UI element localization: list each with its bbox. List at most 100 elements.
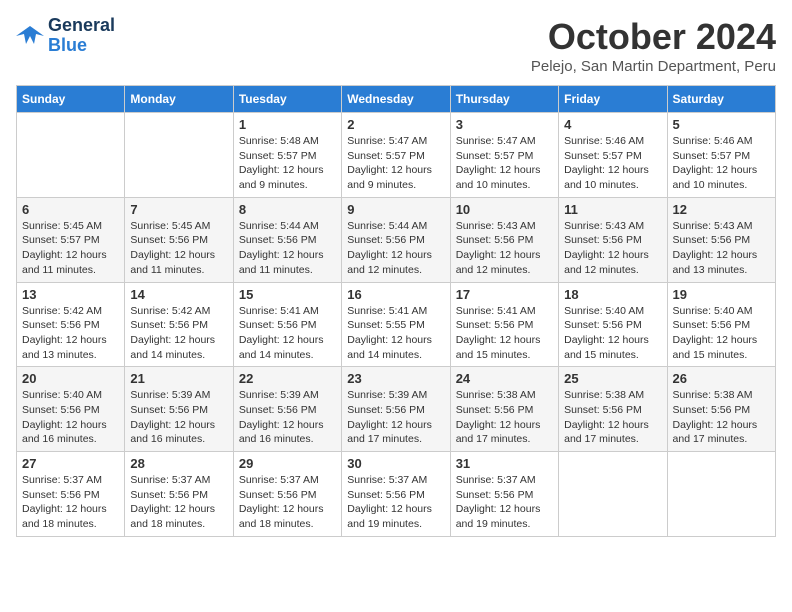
weekday-header-monday: Monday	[125, 86, 233, 113]
day-cell	[125, 113, 233, 198]
day-info: Sunrise: 5:38 AMSunset: 5:56 PMDaylight:…	[456, 388, 553, 447]
day-cell: 19Sunrise: 5:40 AMSunset: 5:56 PMDayligh…	[667, 282, 775, 367]
day-number: 20	[22, 371, 119, 386]
weekday-header-sunday: Sunday	[17, 86, 125, 113]
day-number: 12	[673, 202, 770, 217]
day-info: Sunrise: 5:37 AMSunset: 5:56 PMDaylight:…	[130, 473, 227, 532]
weekday-header-thursday: Thursday	[450, 86, 558, 113]
logo: General Blue	[16, 16, 115, 56]
day-number: 7	[130, 202, 227, 217]
day-info: Sunrise: 5:45 AMSunset: 5:57 PMDaylight:…	[22, 219, 119, 278]
day-number: 15	[239, 287, 336, 302]
day-number: 6	[22, 202, 119, 217]
day-info: Sunrise: 5:41 AMSunset: 5:55 PMDaylight:…	[347, 304, 444, 363]
day-number: 11	[564, 202, 661, 217]
weekday-header-wednesday: Wednesday	[342, 86, 450, 113]
day-info: Sunrise: 5:42 AMSunset: 5:56 PMDaylight:…	[22, 304, 119, 363]
day-info: Sunrise: 5:37 AMSunset: 5:56 PMDaylight:…	[239, 473, 336, 532]
day-cell	[667, 452, 775, 537]
day-info: Sunrise: 5:37 AMSunset: 5:56 PMDaylight:…	[22, 473, 119, 532]
day-info: Sunrise: 5:44 AMSunset: 5:56 PMDaylight:…	[239, 219, 336, 278]
title-block: October 2024 Pelejo, San Martin Departme…	[531, 16, 776, 75]
day-number: 18	[564, 287, 661, 302]
day-info: Sunrise: 5:41 AMSunset: 5:56 PMDaylight:…	[239, 304, 336, 363]
day-cell: 24 Sunrise: 5:38 AMSunset: 5:56 PMDayligh…	[450, 367, 558, 452]
day-info: Sunrise: 5:46 AMSunset: 5:57 PMDaylight:…	[673, 134, 770, 193]
day-cell: 13 Sunrise: 5:42 AMSunset: 5:56 PMDayligh…	[17, 282, 125, 367]
day-cell: 8 Sunrise: 5:44 AMSunset: 5:56 PMDaylight…	[233, 197, 341, 282]
location-subtitle: Pelejo, San Martin Department, Peru	[531, 58, 776, 75]
day-number: 5	[673, 117, 770, 132]
day-cell: 11 Sunrise: 5:43 AMSunset: 5:56 PMDayligh…	[559, 197, 667, 282]
day-cell: 29 Sunrise: 5:37 AMSunset: 5:56 PMDayligh…	[233, 452, 341, 537]
day-number: 14	[130, 287, 227, 302]
day-info: Sunrise: 5:46 AMSunset: 5:57 PMDaylight:…	[564, 134, 661, 193]
calendar-table: SundayMondayTuesdayWednesdayThursdayFrid…	[16, 85, 776, 537]
day-info: Sunrise: 5:43 AMSunset: 5:56 PMDaylight:…	[456, 219, 553, 278]
day-info: Sunrise: 5:45 AMSunset: 5:56 PMDaylight:…	[130, 219, 227, 278]
day-cell: 30Sunrise: 5:37 AMSunset: 5:56 PMDayligh…	[342, 452, 450, 537]
day-cell: 2Sunrise: 5:47 AMSunset: 5:57 PMDaylight…	[342, 113, 450, 198]
day-info: Sunrise: 5:38 AMSunset: 5:56 PMDaylight:…	[564, 388, 661, 447]
day-cell: 26Sunrise: 5:38 AMSunset: 5:56 PMDayligh…	[667, 367, 775, 452]
day-cell: 16 Sunrise: 5:41 AMSunset: 5:55 PMDayligh…	[342, 282, 450, 367]
day-cell: 23 Sunrise: 5:39 AMSunset: 5:56 PMDayligh…	[342, 367, 450, 452]
day-info: Sunrise: 5:43 AMSunset: 5:56 PMDaylight:…	[564, 219, 661, 278]
page-header: General Blue October 2024 Pelejo, San Ma…	[16, 16, 776, 75]
day-cell: 9 Sunrise: 5:44 AMSunset: 5:56 PMDaylight…	[342, 197, 450, 282]
week-row-2: 6 Sunrise: 5:45 AMSunset: 5:57 PMDaylight…	[17, 197, 776, 282]
day-number: 25	[564, 371, 661, 386]
day-info: Sunrise: 5:38 AMSunset: 5:56 PMDaylight:…	[673, 388, 770, 447]
day-number: 1	[239, 117, 336, 132]
day-cell	[17, 113, 125, 198]
day-number: 16	[347, 287, 444, 302]
day-number: 29	[239, 456, 336, 471]
day-number: 22	[239, 371, 336, 386]
day-cell: 1 Sunrise: 5:48 AMSunset: 5:57 PMDaylight…	[233, 113, 341, 198]
day-info: Sunrise: 5:39 AMSunset: 5:56 PMDaylight:…	[130, 388, 227, 447]
day-number: 23	[347, 371, 444, 386]
day-number: 27	[22, 456, 119, 471]
weekday-header-friday: Friday	[559, 86, 667, 113]
day-cell	[559, 452, 667, 537]
month-title: October 2024	[531, 16, 776, 58]
weekday-header-row: SundayMondayTuesdayWednesdayThursdayFrid…	[17, 86, 776, 113]
day-cell: 21Sunrise: 5:39 AMSunset: 5:56 PMDayligh…	[125, 367, 233, 452]
day-cell: 5 Sunrise: 5:46 AMSunset: 5:57 PMDaylight…	[667, 113, 775, 198]
day-number: 13	[22, 287, 119, 302]
logo-text: General Blue	[48, 16, 115, 56]
day-cell: 3Sunrise: 5:47 AMSunset: 5:57 PMDaylight…	[450, 113, 558, 198]
weekday-header-tuesday: Tuesday	[233, 86, 341, 113]
day-info: Sunrise: 5:41 AMSunset: 5:56 PMDaylight:…	[456, 304, 553, 363]
day-cell: 4 Sunrise: 5:46 AMSunset: 5:57 PMDaylight…	[559, 113, 667, 198]
day-number: 17	[456, 287, 553, 302]
day-number: 2	[347, 117, 444, 132]
day-info: Sunrise: 5:47 AMSunset: 5:57 PMDaylight:…	[456, 134, 553, 193]
day-number: 10	[456, 202, 553, 217]
day-cell: 6 Sunrise: 5:45 AMSunset: 5:57 PMDaylight…	[17, 197, 125, 282]
day-info: Sunrise: 5:40 AMSunset: 5:56 PMDaylight:…	[564, 304, 661, 363]
day-info: Sunrise: 5:37 AMSunset: 5:56 PMDaylight:…	[456, 473, 553, 532]
week-row-1: 1 Sunrise: 5:48 AMSunset: 5:57 PMDaylight…	[17, 113, 776, 198]
day-cell: 15 Sunrise: 5:41 AMSunset: 5:56 PMDayligh…	[233, 282, 341, 367]
day-number: 9	[347, 202, 444, 217]
day-cell: 7 Sunrise: 5:45 AMSunset: 5:56 PMDaylight…	[125, 197, 233, 282]
weekday-header-saturday: Saturday	[667, 86, 775, 113]
week-row-3: 13 Sunrise: 5:42 AMSunset: 5:56 PMDayligh…	[17, 282, 776, 367]
day-number: 4	[564, 117, 661, 132]
day-info: Sunrise: 5:39 AMSunset: 5:56 PMDaylight:…	[239, 388, 336, 447]
day-info: Sunrise: 5:37 AMSunset: 5:56 PMDaylight:…	[347, 473, 444, 532]
day-info: Sunrise: 5:48 AMSunset: 5:57 PMDaylight:…	[239, 134, 336, 193]
day-number: 24	[456, 371, 553, 386]
day-cell: 18 Sunrise: 5:40 AMSunset: 5:56 PMDayligh…	[559, 282, 667, 367]
day-info: Sunrise: 5:44 AMSunset: 5:56 PMDaylight:…	[347, 219, 444, 278]
day-cell: 25 Sunrise: 5:38 AMSunset: 5:56 PMDayligh…	[559, 367, 667, 452]
day-number: 8	[239, 202, 336, 217]
day-cell: 20Sunrise: 5:40 AMSunset: 5:56 PMDayligh…	[17, 367, 125, 452]
day-cell: 22 Sunrise: 5:39 AMSunset: 5:56 PMDayligh…	[233, 367, 341, 452]
day-info: Sunrise: 5:39 AMSunset: 5:56 PMDaylight:…	[347, 388, 444, 447]
day-cell: 17 Sunrise: 5:41 AMSunset: 5:56 PMDayligh…	[450, 282, 558, 367]
logo-icon	[16, 22, 44, 50]
day-number: 19	[673, 287, 770, 302]
day-number: 31	[456, 456, 553, 471]
